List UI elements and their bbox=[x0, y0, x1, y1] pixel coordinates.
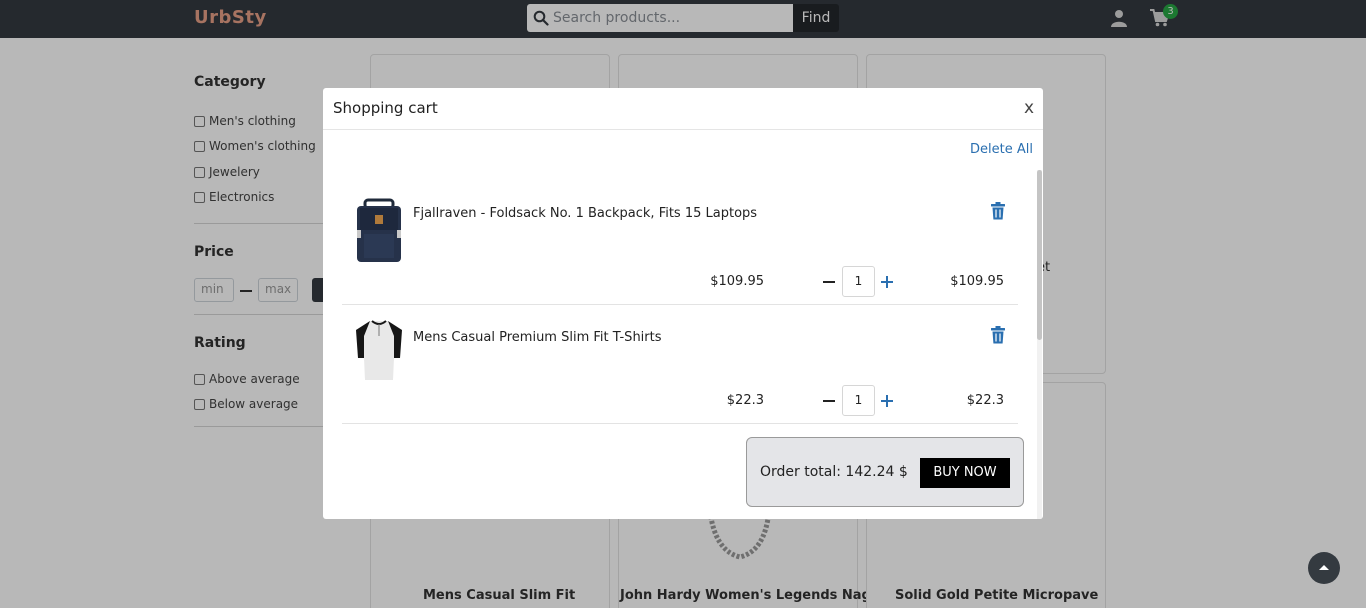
unit-price: $109.95 bbox=[710, 274, 764, 289]
scroll-to-top-button[interactable] bbox=[1308, 552, 1340, 584]
cart-item: Mens Casual Premium Slim Fit T-Shirts $2… bbox=[342, 305, 1018, 424]
trash-icon[interactable] bbox=[990, 326, 1006, 344]
line-total: $109.95 bbox=[950, 274, 1004, 289]
unit-price: $22.3 bbox=[726, 393, 764, 408]
tshirt-image bbox=[356, 320, 402, 380]
line-total: $22.3 bbox=[966, 393, 1004, 408]
minus-icon[interactable] bbox=[822, 275, 836, 289]
plus-icon[interactable] bbox=[880, 394, 894, 408]
minus-icon[interactable] bbox=[822, 394, 836, 408]
delete-all-button[interactable]: Delete All bbox=[970, 142, 1033, 157]
cart-item: Fjallraven - Foldsack No. 1 Backpack, Fi… bbox=[342, 186, 1018, 305]
modal-title: Shopping cart bbox=[333, 99, 438, 117]
close-button[interactable]: x bbox=[1024, 98, 1034, 118]
modal-header: Shopping cart x bbox=[323, 88, 1043, 130]
item-name: Mens Casual Premium Slim Fit T-Shirts bbox=[413, 330, 662, 345]
buy-now-button[interactable]: BUY NOW bbox=[920, 458, 1010, 488]
quantity-input[interactable]: 1 bbox=[842, 266, 875, 297]
trash-icon[interactable] bbox=[990, 202, 1006, 220]
plus-icon[interactable] bbox=[880, 275, 894, 289]
backpack-image bbox=[357, 198, 401, 262]
quantity-input[interactable]: 1 bbox=[842, 385, 875, 416]
order-total-label: Order total: bbox=[760, 464, 841, 480]
divider bbox=[342, 423, 1018, 424]
order-summary: Order total: 142.24 $ BUY NOW bbox=[746, 437, 1024, 507]
item-name: Fjallraven - Foldsack No. 1 Backpack, Fi… bbox=[413, 206, 758, 221]
order-total: Order total: 142.24 $ bbox=[760, 464, 908, 480]
order-total-value: 142.24 $ bbox=[845, 464, 908, 480]
shopping-cart-modal: Shopping cart x Delete All Fjallraven - … bbox=[323, 88, 1043, 519]
arrow-up-icon bbox=[1319, 565, 1329, 570]
scrollbar-thumb[interactable] bbox=[1037, 170, 1042, 340]
